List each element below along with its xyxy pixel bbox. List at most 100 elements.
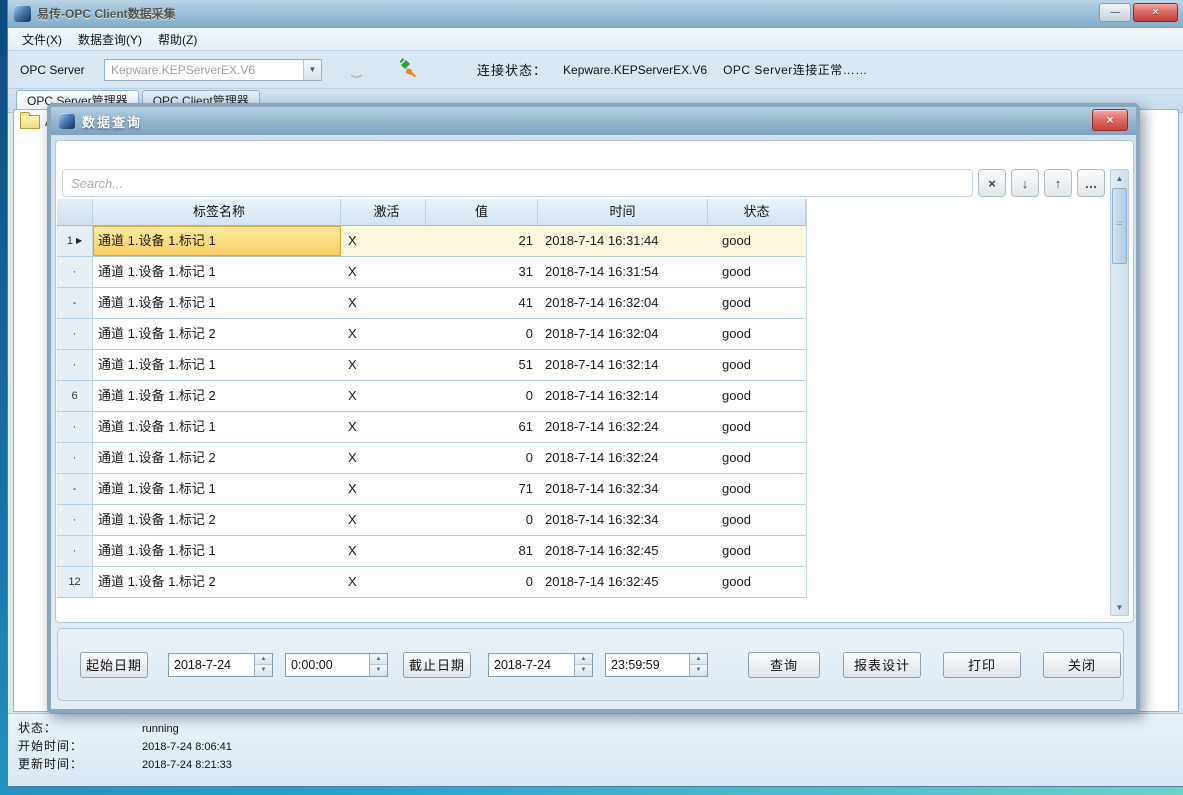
refresh-icon[interactable]	[348, 61, 365, 78]
table-row[interactable]: ·通道 1.设备 1.标记 2X02018-7-14 16:32:24good	[57, 443, 806, 474]
menubar: 文件(X) 数据查询(Y) 帮助(Z)	[8, 28, 1183, 51]
table-row[interactable]: 1▶通道 1.设备 1.标记 1X212018-7-14 16:31:44goo…	[57, 226, 806, 257]
table-row[interactable]: -通道 1.设备 1.标记 1X412018-7-14 16:32:04good	[57, 288, 806, 319]
column-header-tag[interactable]: 标签名称	[93, 199, 341, 225]
start-date-spinner[interactable]: 2018-7-24 ▲▼	[168, 653, 273, 677]
cell-time: 2018-7-14 16:32:34	[538, 505, 708, 535]
column-header-value[interactable]: 值	[426, 199, 538, 225]
cell-active: X	[341, 443, 426, 473]
desktop: 易传-OPC Client数据采集 — × 文件(X) 数据查询(Y) 帮助(Z…	[0, 0, 1183, 795]
cell-tag-name: 通道 1.设备 1.标记 2	[93, 567, 341, 597]
search-clear-button[interactable]: ×	[978, 169, 1006, 197]
search-next-button[interactable]: ↓	[1011, 169, 1039, 197]
spin-up-icon[interactable]: ▲	[690, 654, 707, 666]
dialog-client: × ↓ ↑ … 标签名称 激活 值 时间 状态 1▶通道 1.设备 1.标记 1…	[51, 135, 1136, 709]
spin-down-icon[interactable]: ▼	[575, 665, 592, 676]
cell-value: 0	[426, 319, 538, 349]
menu-help[interactable]: 帮助(Z)	[150, 29, 205, 50]
cell-tag-name: 通道 1.设备 1.标记 1	[93, 536, 341, 566]
end-date-spinner[interactable]: 2018-7-24 ▲▼	[488, 653, 593, 677]
spin-up-icon[interactable]: ▲	[370, 654, 387, 666]
titlebar[interactable]: 易传-OPC Client数据采集 — ×	[8, 0, 1183, 28]
column-header-active[interactable]: 激活	[341, 199, 426, 225]
start-date-value: 2018-7-24	[169, 654, 254, 676]
end-time-spinner[interactable]: 23:59:59 ▲▼	[605, 653, 708, 677]
start-date-button[interactable]: 起始日期	[80, 652, 148, 678]
column-header-status[interactable]: 状态	[708, 199, 806, 225]
table-row[interactable]: ·通道 1.设备 1.标记 2X02018-7-14 16:32:34good	[57, 505, 806, 536]
start-time-spinner[interactable]: 0:00:00 ▲▼	[285, 653, 388, 677]
opc-server-combobox[interactable]: Kepware.KEPServerEX.V6 ▼	[104, 59, 322, 81]
grid-panel: × ↓ ↑ … 标签名称 激活 值 时间 状态 1▶通道 1.设备 1.标记 1…	[55, 140, 1134, 623]
row-indicator: ·	[57, 505, 93, 535]
print-button[interactable]: 打印	[943, 652, 1021, 678]
statusbar: 状态： running 开始时间： 2018-7-24 8:06:41 更新时间…	[8, 713, 1183, 786]
search-row: × ↓ ↑ …	[62, 169, 1105, 197]
cell-status: good	[708, 443, 806, 473]
dialog-title: 数据查询	[82, 112, 142, 131]
cell-status: good	[708, 288, 806, 318]
cell-value: 41	[426, 288, 538, 318]
spin-down-icon[interactable]: ▼	[370, 665, 387, 676]
cell-active: X	[341, 350, 426, 380]
dialog-titlebar[interactable]: 数据查询 ×	[51, 107, 1136, 135]
menu-data-query[interactable]: 数据查询(Y)	[70, 29, 150, 50]
cell-status: good	[708, 226, 806, 256]
cell-time: 2018-7-14 16:32:24	[538, 412, 708, 442]
cell-value: 0	[426, 567, 538, 597]
cell-status: good	[708, 536, 806, 566]
cell-status: good	[708, 319, 806, 349]
search-more-button[interactable]: …	[1077, 169, 1105, 197]
chevron-down-icon[interactable]: ▼	[303, 60, 321, 80]
cell-value: 21	[426, 226, 538, 256]
menu-file[interactable]: 文件(X)	[14, 29, 70, 50]
opc-server-label: OPC Server	[20, 63, 104, 77]
spin-up-icon[interactable]: ▲	[255, 654, 272, 666]
cell-active: X	[341, 319, 426, 349]
connection-status-label: 连接状态：	[477, 60, 547, 79]
scroll-down-icon[interactable]: ▼	[1111, 599, 1128, 615]
table-row[interactable]: 12通道 1.设备 1.标记 2X02018-7-14 16:32:45good	[57, 567, 806, 598]
cell-active: X	[341, 412, 426, 442]
spin-up-icon[interactable]: ▲	[575, 654, 592, 666]
table-row[interactable]: ·通道 1.设备 1.标记 1X612018-7-14 16:32:24good	[57, 412, 806, 443]
cell-value: 61	[426, 412, 538, 442]
spin-down-icon[interactable]: ▼	[690, 665, 707, 676]
table-body: 1▶通道 1.设备 1.标记 1X212018-7-14 16:31:44goo…	[57, 226, 806, 598]
cell-value: 0	[426, 443, 538, 473]
minimize-button[interactable]: —	[1099, 3, 1131, 22]
dialog-close-button[interactable]: ×	[1092, 109, 1128, 131]
dialog-close-action-button[interactable]: 关闭	[1043, 652, 1121, 678]
table-row[interactable]: ·通道 1.设备 1.标记 1X312018-7-14 16:31:54good	[57, 257, 806, 288]
table-row[interactable]: ·通道 1.设备 1.标记 1X812018-7-14 16:32:45good	[57, 536, 806, 567]
end-date-button[interactable]: 截止日期	[403, 652, 471, 678]
vertical-scrollbar[interactable]: ▲ ▼	[1110, 169, 1129, 616]
scrollbar-thumb[interactable]	[1112, 188, 1127, 264]
cell-tag-name: 通道 1.设备 1.标记 1	[93, 350, 341, 380]
connect-icon[interactable]	[397, 57, 419, 82]
table-row[interactable]: -通道 1.设备 1.标记 1X712018-7-14 16:32:34good	[57, 474, 806, 505]
cell-time: 2018-7-14 16:32:45	[538, 536, 708, 566]
start-time-value: 2018-7-24 8:06:41	[142, 741, 232, 753]
cell-status: good	[708, 350, 806, 380]
table-row[interactable]: ·通道 1.设备 1.标记 2X02018-7-14 16:32:04good	[57, 319, 806, 350]
table-row[interactable]: 6通道 1.设备 1.标记 2X02018-7-14 16:32:14good	[57, 381, 806, 412]
cell-active: X	[341, 288, 426, 318]
window-title: 易传-OPC Client数据采集	[37, 5, 176, 22]
search-prev-button[interactable]: ↑	[1044, 169, 1072, 197]
column-header-time[interactable]: 时间	[538, 199, 708, 225]
scroll-up-icon[interactable]: ▲	[1111, 170, 1128, 186]
table-row[interactable]: ·通道 1.设备 1.标记 1X512018-7-14 16:32:14good	[57, 350, 806, 381]
search-input[interactable]	[62, 169, 973, 197]
spin-down-icon[interactable]: ▼	[255, 665, 272, 676]
app-icon	[14, 5, 31, 22]
row-indicator: -	[57, 288, 93, 318]
report-design-button[interactable]: 报表设计	[843, 652, 921, 678]
cell-time: 2018-7-14 16:32:34	[538, 474, 708, 504]
cell-time: 2018-7-14 16:32:04	[538, 319, 708, 349]
row-indicator: ·	[57, 536, 93, 566]
query-button[interactable]: 查询	[748, 652, 820, 678]
close-button[interactable]: ×	[1133, 3, 1178, 22]
row-indicator: 6	[57, 381, 93, 411]
cell-tag-name: 通道 1.设备 1.标记 1	[93, 412, 341, 442]
